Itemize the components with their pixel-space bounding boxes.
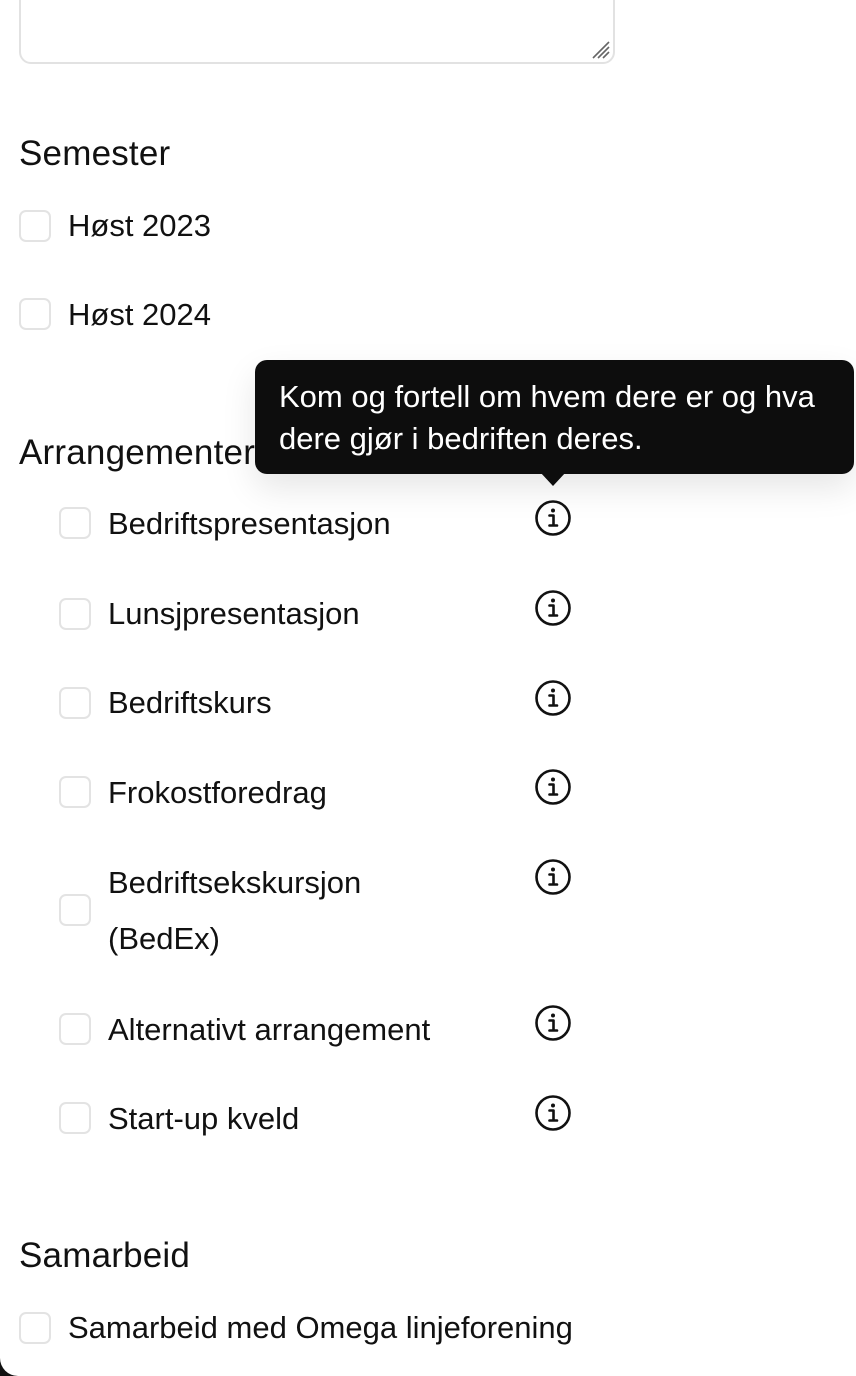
event-label-start-up-kveld[interactable]: Start-up kveld: [108, 1091, 299, 1147]
info-circle-icon[interactable]: [534, 1094, 572, 1132]
samarbeid-label-omega[interactable]: Samarbeid med Omega linjeforening: [68, 1300, 573, 1356]
event-checkbox-bedex[interactable]: [59, 894, 91, 926]
info-circle-icon[interactable]: [534, 858, 572, 896]
event-label-alternativt-arrangement[interactable]: Alternativt arrangement: [108, 1002, 430, 1058]
semester-heading: Semester: [19, 134, 171, 173]
semester-checkbox-host-2024[interactable]: [19, 298, 51, 330]
event-checkbox-bedriftskurs[interactable]: [59, 687, 91, 719]
info-circle-icon[interactable]: [534, 499, 572, 537]
event-label-bedriftspresentasjon[interactable]: Bedriftspresentasjon: [108, 496, 391, 552]
tooltip-text: Kom og fortell om hvem dere er og hva de…: [279, 379, 815, 456]
event-label-frokostforedrag[interactable]: Frokostforedrag: [108, 765, 327, 821]
semester-checkbox-host-2023[interactable]: [19, 210, 51, 242]
event-checkbox-lunsjpresentasjon[interactable]: [59, 598, 91, 630]
samarbeid-checkbox-omega[interactable]: [19, 1312, 51, 1344]
semester-label-host-2024[interactable]: Høst 2024: [68, 287, 211, 343]
event-checkbox-bedriftspresentasjon[interactable]: [59, 507, 91, 539]
info-circle-icon[interactable]: [534, 679, 572, 717]
resize-handle-icon[interactable]: [587, 36, 611, 60]
event-checkbox-start-up-kveld[interactable]: [59, 1102, 91, 1134]
semester-label-host-2023[interactable]: Høst 2023: [68, 198, 211, 254]
event-label-lunsjpresentasjon[interactable]: Lunsjpresentasjon: [108, 586, 360, 642]
info-circle-icon[interactable]: [534, 768, 572, 806]
tooltip-arrow: [540, 472, 566, 486]
event-label-bedex[interactable]: Bedriftsekskursjon (BedEx): [108, 855, 438, 967]
info-circle-icon[interactable]: [534, 1004, 572, 1042]
comment-textarea[interactable]: [19, 0, 615, 64]
info-circle-icon[interactable]: [534, 589, 572, 627]
event-label-bedriftskurs[interactable]: Bedriftskurs: [108, 675, 272, 731]
event-checkbox-frokostforedrag[interactable]: [59, 776, 91, 808]
samarbeid-heading: Samarbeid: [19, 1236, 191, 1275]
event-checkbox-alternativt-arrangement[interactable]: [59, 1013, 91, 1045]
arrangementer-heading: Arrangementer: [19, 433, 256, 472]
form-page: Semester Høst 2023 Høst 2024 Arrangement…: [0, 0, 856, 1376]
info-tooltip: Kom og fortell om hvem dere er og hva de…: [255, 360, 854, 474]
